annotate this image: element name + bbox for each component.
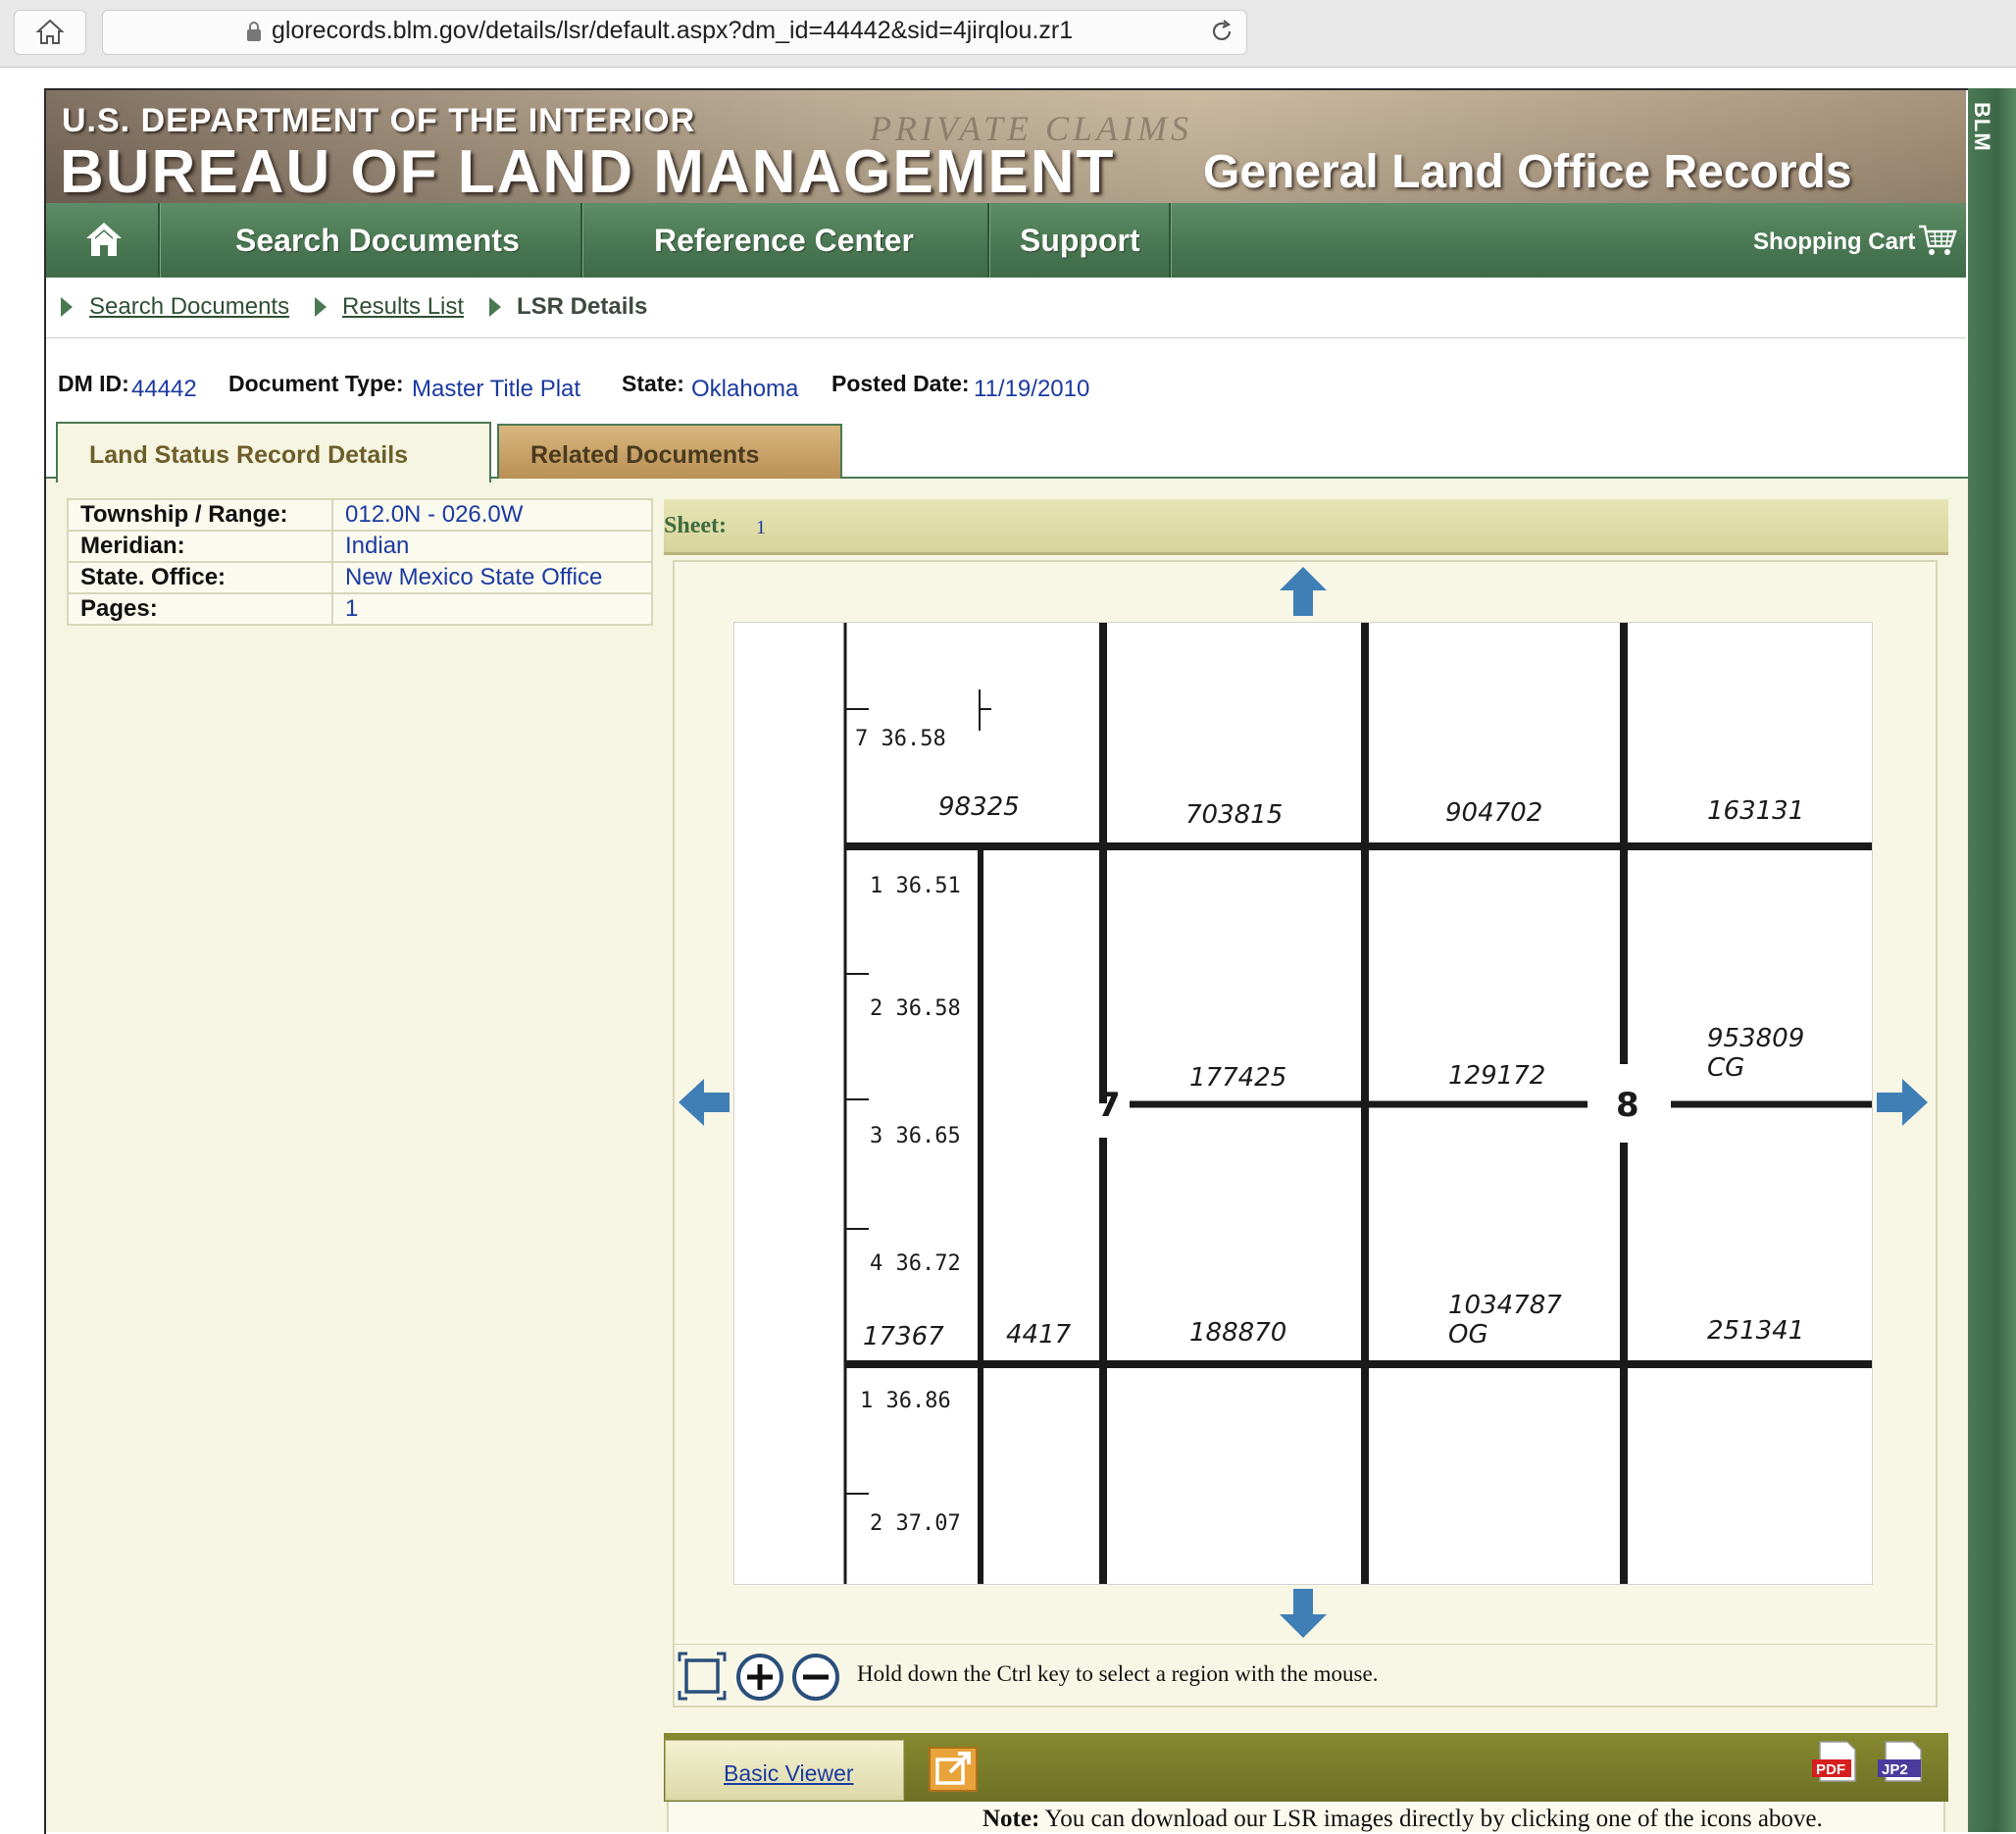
case-number: 4417 bbox=[1006, 1320, 1072, 1350]
url-text[interactable]: glorecords.blm.gov/details/lsr/default.a… bbox=[272, 17, 1073, 45]
pan-right-arrow-icon[interactable] bbox=[1875, 1075, 1930, 1130]
bureau-name: BUREAU OF LAND MANAGEMENT bbox=[60, 138, 1116, 203]
home-icon bbox=[35, 19, 65, 44]
site-banner: PRIVATE CLAIMS U.S. DEPARTMENT OF THE IN… bbox=[46, 90, 1966, 203]
pdf-download-icon[interactable]: PDF bbox=[1810, 1740, 1859, 1783]
case-number: 1034787 bbox=[1448, 1291, 1562, 1320]
lot-label: 2 36.58 bbox=[870, 996, 961, 1021]
case-number: 251341 bbox=[1707, 1316, 1804, 1346]
breadcrumb-current: LSR Details bbox=[517, 293, 648, 320]
tab-label: Related Documents bbox=[530, 441, 760, 469]
shopping-cart-icon[interactable] bbox=[1917, 223, 1958, 258]
case-number: 163131 bbox=[1707, 796, 1804, 826]
township-range-value: 012.0N - 026.0W bbox=[331, 498, 653, 532]
lot-label: 1 36.51 bbox=[870, 874, 961, 898]
state-value: Oklahoma bbox=[691, 376, 799, 402]
table-row: Township / Range: 012.0N - 026.0W bbox=[67, 498, 653, 532]
case-number: 703815 bbox=[1185, 800, 1283, 830]
township-range-label: Township / Range: bbox=[67, 498, 333, 532]
meridian-value: Indian bbox=[331, 530, 653, 563]
pan-left-arrow-icon[interactable] bbox=[677, 1075, 731, 1130]
breadcrumb-arrow-icon bbox=[489, 297, 501, 317]
lot-label: 1 36.86 bbox=[860, 1389, 951, 1413]
open-in-new-window-icon[interactable] bbox=[929, 1747, 978, 1792]
pages-value: 1 bbox=[331, 592, 653, 626]
nav-support[interactable]: Support bbox=[1020, 223, 1140, 259]
breadcrumb-arrow-icon bbox=[315, 297, 327, 317]
plat-map-drawing: 7 36.58 1 36.51 2 36.58 3 36.65 4 36.72 … bbox=[843, 623, 1872, 1584]
state-office-label: State. Office: bbox=[67, 561, 333, 594]
posted-date-value: 11/19/2010 bbox=[974, 376, 1090, 402]
case-number: 188870 bbox=[1189, 1318, 1286, 1348]
site-title: General Land Office Records bbox=[1203, 146, 1852, 198]
side-banner-strip bbox=[1968, 88, 2016, 1832]
plat-map-image[interactable]: 7 36.58 1 36.51 2 36.58 3 36.65 4 36.72 … bbox=[733, 622, 1873, 1585]
case-number: 17367 bbox=[863, 1322, 944, 1351]
table-row: Pages: 1 bbox=[67, 592, 653, 626]
case-number: 953809 bbox=[1707, 1024, 1804, 1053]
meridian-label: Meridian: bbox=[67, 530, 333, 563]
lot-label: 7 36.58 bbox=[855, 727, 946, 751]
download-note: Note: You can download our LSR images di… bbox=[667, 1802, 1945, 1832]
tab-related-documents[interactable]: Related Documents bbox=[497, 424, 842, 479]
case-number: OG bbox=[1448, 1320, 1488, 1350]
sheet-value: 1 bbox=[756, 517, 766, 538]
lot-label: 2 37.07 bbox=[870, 1511, 961, 1536]
case-number: CG bbox=[1707, 1053, 1744, 1083]
selection-hint: Hold down the Ctrl key to select a regio… bbox=[857, 1661, 1379, 1686]
pan-up-arrow-icon[interactable] bbox=[1276, 563, 1331, 618]
nav-reference-center[interactable]: Reference Center bbox=[654, 223, 914, 259]
case-number: 904702 bbox=[1445, 798, 1542, 828]
state-label: State: bbox=[622, 371, 684, 396]
table-row: State. Office: New Mexico State Office bbox=[67, 561, 653, 594]
zoom-out-icon[interactable] bbox=[790, 1652, 841, 1703]
basic-viewer-button[interactable]: Basic Viewer bbox=[665, 1740, 904, 1801]
sheet-label: Sheet: bbox=[664, 513, 727, 538]
pan-down-arrow-icon[interactable] bbox=[1276, 1587, 1331, 1642]
jp2-icon-label: JP2 bbox=[1882, 1761, 1908, 1778]
dm-id-label: DM ID: bbox=[58, 371, 129, 396]
document-type-value: Master Title Plat bbox=[412, 376, 581, 402]
breadcrumb-arrow-icon bbox=[61, 297, 73, 317]
browser-home-button[interactable] bbox=[14, 10, 86, 55]
section-number: 7 bbox=[1097, 1086, 1121, 1125]
main-nav: Search Documents Reference Center Suppor… bbox=[46, 203, 1966, 278]
breadcrumb-results-list[interactable]: Results List bbox=[342, 293, 464, 321]
tab-land-status-record-details[interactable]: Land Status Record Details bbox=[56, 422, 491, 483]
basic-viewer-link[interactable]: Basic Viewer bbox=[724, 1760, 854, 1787]
dm-id-value: 44442 bbox=[131, 376, 197, 402]
nav-search-documents[interactable]: Search Documents bbox=[235, 223, 520, 259]
department-name: U.S. DEPARTMENT OF THE INTERIOR bbox=[62, 102, 696, 139]
case-number: 177425 bbox=[1189, 1063, 1286, 1093]
lot-label: 3 36.65 bbox=[870, 1124, 961, 1148]
sheet-bar: Sheet: 1 bbox=[664, 499, 1948, 555]
nav-home-icon[interactable] bbox=[83, 219, 125, 260]
section-number: 8 bbox=[1616, 1086, 1639, 1125]
reload-icon[interactable] bbox=[1208, 18, 1235, 45]
state-office-value: New Mexico State Office bbox=[331, 561, 653, 594]
select-region-icon[interactable] bbox=[678, 1652, 727, 1701]
document-type-label: Document Type: bbox=[228, 371, 404, 396]
note-label: Note: bbox=[983, 1806, 1040, 1832]
jp2-download-icon[interactable]: JP2 bbox=[1876, 1740, 1925, 1783]
posted-date-label: Posted Date: bbox=[832, 371, 970, 396]
lock-icon bbox=[247, 22, 261, 41]
tab-label: Land Status Record Details bbox=[89, 441, 409, 469]
note-text: You can download our LSR images directly… bbox=[1044, 1806, 1823, 1832]
table-row: Meridian: Indian bbox=[67, 530, 653, 563]
case-number: 98325 bbox=[938, 792, 1020, 822]
side-banner-text: BLM bbox=[1970, 102, 1994, 152]
shopping-cart-link[interactable]: Shopping Cart bbox=[1753, 229, 1915, 256]
land-status-details-table: Township / Range: 012.0N - 026.0W Meridi… bbox=[67, 498, 653, 626]
zoom-in-icon[interactable] bbox=[734, 1652, 785, 1703]
lot-label: 4 36.72 bbox=[870, 1251, 961, 1276]
pages-label: Pages: bbox=[67, 592, 333, 626]
pdf-icon-label: PDF bbox=[1816, 1761, 1845, 1778]
breadcrumb-search-documents[interactable]: Search Documents bbox=[89, 293, 289, 321]
case-number: 129172 bbox=[1448, 1061, 1545, 1091]
